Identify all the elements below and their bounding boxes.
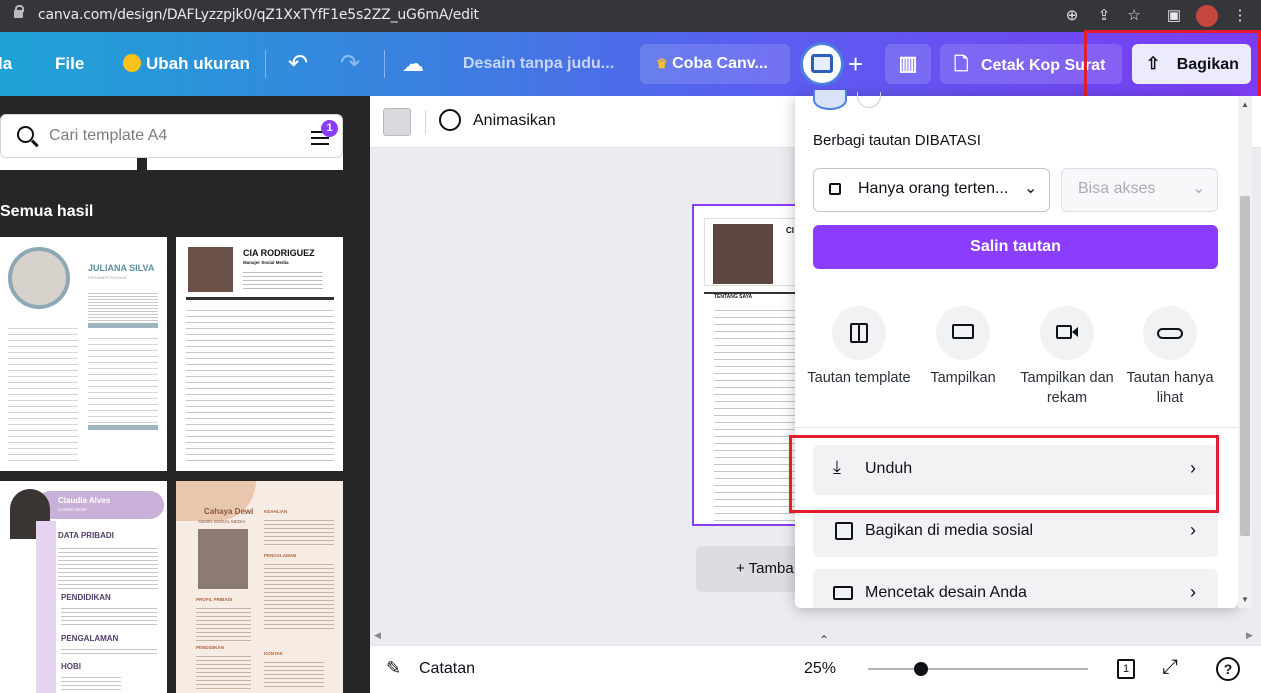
social-icon (835, 522, 853, 540)
page-count-button[interactable]: 1 (1117, 659, 1135, 679)
present-record-option[interactable]: Tampilkan dan rekam (1015, 368, 1119, 408)
template-photo (8, 247, 70, 309)
add-page-button[interactable]: + Tamba (696, 546, 800, 592)
background-color-swatch[interactable] (383, 108, 411, 136)
insights-icon[interactable]: ▥ (885, 44, 931, 84)
notes-icon: ✎ (386, 658, 402, 678)
template-link-icon[interactable] (832, 306, 886, 360)
all-results-heading: Semua hasil (0, 203, 94, 220)
add-person-partial (857, 92, 881, 108)
access-select[interactable]: Hanya orang terten... ⌄ (813, 168, 1050, 212)
help-button[interactable]: ? (1216, 657, 1240, 681)
copy-link-button[interactable]: Salin tautan (813, 225, 1218, 269)
try-canva-pro-button[interactable]: ♛ Coba Canv... (640, 44, 790, 84)
access-select-value: Hanya orang terten... (858, 180, 1009, 197)
resume-section-heading: TENTANG SAYA (714, 294, 753, 300)
template-name: CIA RODRIGUEZ (243, 248, 315, 258)
template-card[interactable]: CIA RODRIGUEZ Manajer Sosial Media (176, 237, 343, 471)
animate-icon (439, 109, 461, 131)
panel-scrollbar[interactable]: ▲ ▼ (1238, 96, 1252, 608)
share-panel: Berbagi tautan DIBATASI Hanya orang tert… (795, 90, 1238, 608)
template-name: JULIANA SILVA (88, 263, 155, 273)
animate-button[interactable]: Animasikan (473, 112, 556, 130)
book-icon (811, 54, 833, 73)
editor-footer: ✎ Catatan ⌃ 25% 1 ⤢ ? (370, 633, 1261, 693)
filter-count-badge: 1 (321, 120, 338, 137)
crown-icon: ♛ (656, 56, 668, 71)
truck-icon (833, 586, 853, 600)
add-collaborator-icon[interactable]: + (848, 32, 863, 96)
crown-icon (123, 32, 145, 96)
present-icon[interactable] (936, 306, 990, 360)
collaborator-avatar-partial (813, 90, 847, 110)
try-canva-label: Coba Canv... (672, 55, 768, 72)
view-only-link-option[interactable]: Tautan hanya lihat (1118, 368, 1222, 408)
chevron-down-icon: ⌄ (1192, 180, 1206, 197)
link-icon[interactable] (1143, 306, 1197, 360)
design-title[interactable]: Desain tanpa judu... (463, 32, 614, 96)
template-name: Cahaya Dewi (204, 507, 254, 516)
fullscreen-icon[interactable]: ⤢ (1162, 656, 1178, 679)
scroll-right-arrow[interactable]: ▶ (1246, 630, 1253, 641)
zoom-slider-thumb[interactable] (914, 662, 928, 676)
resume-photo (713, 224, 773, 284)
collaborator-avatar[interactable] (800, 42, 844, 86)
social-share-label: Bagikan di media sosial (865, 522, 1034, 539)
template-link-option[interactable]: Tautan template (807, 368, 911, 388)
chevron-down-icon: ⌄ (1024, 180, 1038, 197)
redo-icon[interactable]: ↷ (340, 32, 360, 96)
present-option[interactable]: Tampilkan (911, 368, 1015, 388)
zoom-level[interactable]: 25% (804, 660, 836, 678)
chevron-up-icon[interactable]: ⌃ (819, 633, 829, 647)
browser-menu-icon[interactable]: ⋮ (1230, 6, 1250, 26)
search-placeholder: Cari template A4 (49, 127, 168, 144)
record-icon[interactable] (1040, 306, 1094, 360)
bookmark-star-icon[interactable]: ☆ (1124, 6, 1144, 26)
template-card[interactable]: Claudia Alves Content Writer DATA PRIBAD… (0, 481, 167, 693)
cloud-saved-icon[interactable]: ☁ (402, 32, 424, 96)
sidepanel-icon[interactable]: ▣ (1164, 6, 1184, 26)
editor-toolbar: la File Ubah ukuran ↶ ↷ ☁ Desain tanpa j… (0, 32, 1261, 96)
chevron-right-icon: › (1190, 520, 1196, 540)
lock-icon (829, 183, 841, 195)
template-card[interactable]: JULIANA SILVA DESAINER PRODUK (0, 237, 167, 471)
browser-address-bar: canva.com/design/DAFLyzzpjk0/qZ1XxTYfF1e… (0, 0, 1261, 32)
social-share-row[interactable]: Bagikan di media sosial › (813, 507, 1218, 557)
file-menu[interactable]: File (55, 32, 84, 96)
chevron-right-icon: › (1190, 582, 1196, 602)
template-photo (188, 247, 233, 292)
template-photo (198, 529, 248, 589)
profile-avatar[interactable] (1196, 5, 1218, 27)
home-link[interactable]: la (0, 32, 12, 96)
share-page-icon[interactable]: ⇪ (1094, 6, 1114, 26)
lock-icon (14, 5, 24, 18)
template-name: Claudia Alves (58, 496, 111, 505)
template-card[interactable]: Cahaya Dewi ADMIN SOSIAL MEDIA KEAHLIAN … (176, 481, 343, 693)
undo-icon[interactable]: ↶ (288, 32, 308, 96)
scroll-left-arrow[interactable]: ◀ (374, 630, 381, 641)
url-text[interactable]: canva.com/design/DAFLyzzpjk0/qZ1XxTYfF1e… (38, 7, 479, 23)
resize-button[interactable]: Ubah ukuran (146, 32, 250, 96)
highlight-download (789, 435, 1219, 513)
zoom-slider-track[interactable] (868, 668, 1088, 670)
document-icon: 🗋 (954, 54, 969, 74)
scrollbar-thumb[interactable] (1240, 196, 1250, 536)
permission-select-value: Bisa akses (1078, 180, 1156, 197)
share-panel-title: Berbagi tautan DIBATASI (813, 132, 981, 149)
notes-button[interactable]: Catatan (419, 660, 475, 678)
print-design-row[interactable]: Mencetak desain Anda › (813, 569, 1218, 608)
print-design-label: Mencetak desain Anda (865, 584, 1027, 601)
permission-select[interactable]: Bisa akses ⌄ (1061, 168, 1218, 212)
template-search-input[interactable]: Cari template A4 1 (0, 114, 343, 158)
design-page[interactable]: CI TENTANG SAYA (692, 204, 804, 526)
zoom-icon[interactable]: ⊕ (1062, 6, 1082, 26)
